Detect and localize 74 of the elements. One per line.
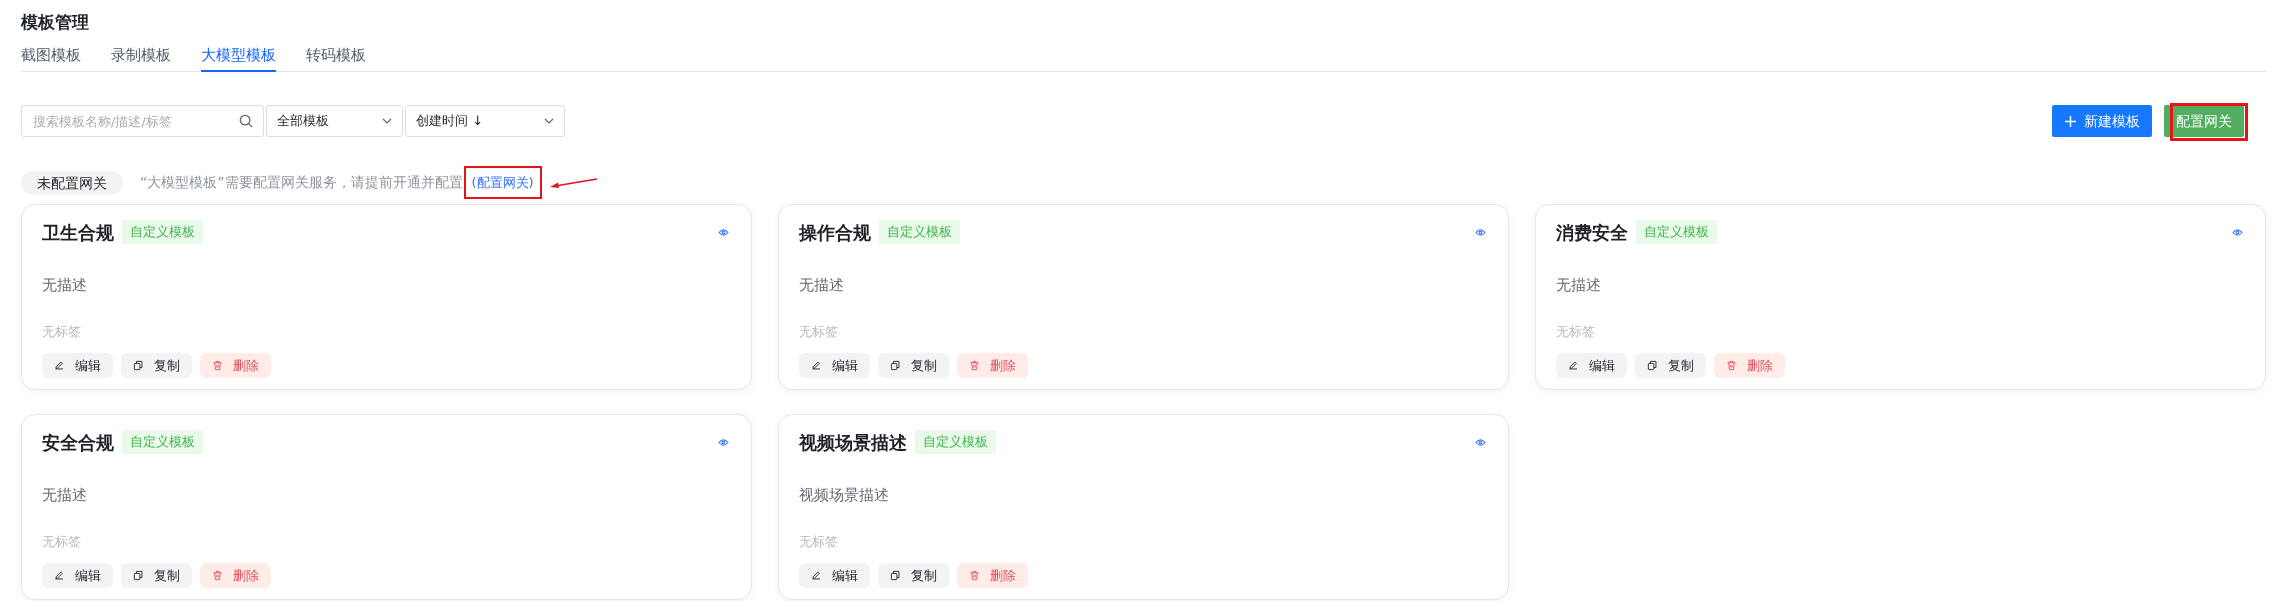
template-tag: 自定义模板 <box>122 430 203 454</box>
delete-button[interactable]: 删除 <box>200 563 271 588</box>
plus-icon <box>2064 115 2076 127</box>
pencil-icon <box>1568 360 1579 371</box>
delete-button[interactable]: 删除 <box>200 353 271 378</box>
edit-button[interactable]: 编辑 <box>799 563 870 588</box>
view-icon[interactable] <box>718 227 729 237</box>
dropdown[interactable]: 创建时间 ↓ <box>405 105 565 137</box>
trash-icon <box>212 360 223 371</box>
dropdown[interactable]: 全部模板 <box>266 105 403 137</box>
page-title: 模板管理 <box>21 11 90 34</box>
trash-icon <box>969 360 980 371</box>
copy-button[interactable]: 复制 <box>878 353 949 378</box>
tab[interactable]: 录制模板 <box>111 44 171 72</box>
view-icon[interactable] <box>1475 437 1486 447</box>
pencil-icon <box>811 360 822 371</box>
annotation-arrow <box>548 176 599 189</box>
search-icon <box>239 114 253 128</box>
template-tag: 自定义模板 <box>879 220 960 244</box>
copy-button[interactable]: 复制 <box>878 563 949 588</box>
card-description: 无描述 <box>799 275 845 296</box>
edit-button[interactable]: 编辑 <box>799 353 870 378</box>
card-title: 消费安全 <box>1556 220 1628 245</box>
card-title: 视频场景描述 <box>799 430 907 455</box>
template-tag: 自定义模板 <box>915 430 996 454</box>
pencil-icon <box>54 570 65 581</box>
copy-icon <box>890 360 901 371</box>
new-template-button[interactable]: 新建模板 <box>2052 105 2152 137</box>
tab[interactable]: 截图模板 <box>21 44 81 72</box>
edit-button[interactable]: 编辑 <box>1556 353 1627 378</box>
copy-button[interactable]: 复制 <box>121 353 192 378</box>
no-tags-text: 无标签 <box>799 533 839 551</box>
chevron-down-icon <box>382 118 392 124</box>
trash-icon <box>212 570 223 581</box>
dropdown-value: 全部模板 <box>277 112 329 131</box>
card-title: 卫生合规 <box>42 220 114 245</box>
pencil-icon <box>811 570 822 581</box>
view-icon[interactable] <box>2232 227 2243 237</box>
dropdown-value: 创建时间 ↓ <box>416 112 484 131</box>
delete-button[interactable]: 删除 <box>957 353 1028 378</box>
configure-gateway-link[interactable]: (配置网关) <box>471 175 534 190</box>
trash-icon <box>969 570 980 581</box>
card-title: 操作合规 <box>799 220 871 245</box>
no-tags-text: 无标签 <box>799 323 839 341</box>
edit-button[interactable]: 编辑 <box>42 353 113 378</box>
copy-button[interactable]: 复制 <box>1635 353 1706 378</box>
no-tags-text: 无标签 <box>42 323 82 341</box>
delete-button[interactable]: 删除 <box>1714 353 1785 378</box>
card-description: 无描述 <box>42 275 88 296</box>
delete-button[interactable]: 删除 <box>957 563 1028 588</box>
trash-icon <box>1726 360 1737 371</box>
notice-text: “大模型模板”需要配置网关服务，请提前开通并配置 <box>140 173 463 192</box>
copy-button[interactable]: 复制 <box>121 563 192 588</box>
card-description: 无描述 <box>1556 275 1602 296</box>
edit-button[interactable]: 编辑 <box>42 563 113 588</box>
copy-icon <box>133 360 144 371</box>
chevron-down-icon <box>544 118 554 124</box>
no-tags-text: 无标签 <box>1556 323 1596 341</box>
pencil-icon <box>54 360 65 371</box>
status-badge: 未配置网关 <box>21 170 123 195</box>
template-tag: 自定义模板 <box>1636 220 1717 244</box>
card-description: 无描述 <box>42 485 88 506</box>
copy-icon <box>1647 360 1658 371</box>
card-description: 视频场景描述 <box>799 485 890 506</box>
tab[interactable]: 转码模板 <box>306 44 366 72</box>
search-field[interactable]: 搜索模板名称/描述/标签 <box>21 105 264 137</box>
copy-icon <box>133 570 144 581</box>
view-icon[interactable] <box>1475 227 1486 237</box>
card-title: 安全合规 <box>42 430 114 455</box>
tab[interactable]: 大模型模板 <box>201 44 276 72</box>
view-icon[interactable] <box>718 437 729 447</box>
no-tags-text: 无标签 <box>42 533 82 551</box>
template-tag: 自定义模板 <box>122 220 203 244</box>
copy-icon <box>890 570 901 581</box>
